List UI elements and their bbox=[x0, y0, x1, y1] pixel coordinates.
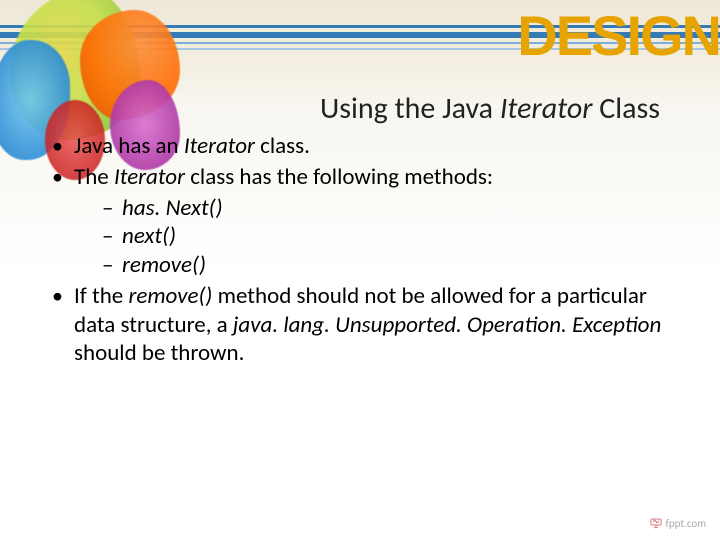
sub-list-item: has. Next() bbox=[102, 194, 680, 223]
text: Java has an bbox=[74, 132, 184, 160]
design-logo: DESIGN bbox=[517, 8, 720, 64]
sub-list-item: next() bbox=[102, 222, 680, 251]
title-prefix: Using the Java bbox=[320, 90, 500, 127]
italic-text: remove() bbox=[128, 282, 212, 310]
list-item: If the remove() method should not be all… bbox=[50, 282, 680, 368]
presentation-icon bbox=[650, 517, 662, 530]
slide-body: Java has an Iterator class.The Iterator … bbox=[50, 132, 680, 370]
italic-text: Iterator bbox=[114, 163, 185, 191]
text: class has the following methods: bbox=[185, 163, 493, 191]
title-italic: Iterator bbox=[500, 90, 593, 127]
footer-text: fppt.com bbox=[666, 517, 706, 530]
list-item: Java has an Iterator class. bbox=[50, 132, 680, 161]
italic-text: java. lang. Unsupported. Operation. Exce… bbox=[233, 311, 661, 339]
italic-text: next() bbox=[122, 222, 176, 250]
italic-text: remove() bbox=[122, 251, 206, 279]
text: class. bbox=[255, 132, 310, 160]
title-suffix: Class bbox=[593, 90, 661, 127]
bullet-list: Java has an Iterator class.The Iterator … bbox=[50, 132, 680, 368]
text: The bbox=[74, 163, 114, 191]
italic-text: has. Next() bbox=[122, 194, 223, 222]
footer: fppt.com bbox=[650, 517, 706, 530]
sub-list: has. Next()next()remove() bbox=[74, 194, 680, 280]
text: should be thrown. bbox=[74, 339, 244, 367]
italic-text: Iterator bbox=[184, 132, 255, 160]
sub-list-item: remove() bbox=[102, 251, 680, 280]
text: If the bbox=[74, 282, 128, 310]
list-item: The Iterator class has the following met… bbox=[50, 163, 680, 280]
slide: DESIGN Using the Java Iterator Class Jav… bbox=[0, 0, 720, 540]
slide-title: Using the Java Iterator Class bbox=[0, 90, 690, 127]
